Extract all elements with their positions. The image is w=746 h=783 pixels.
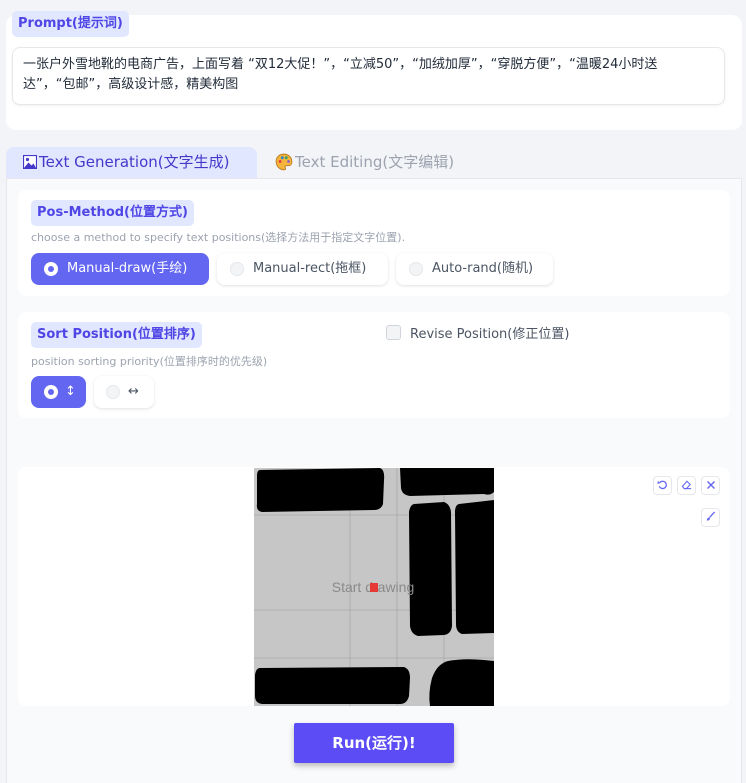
revise-position-checkbox[interactable] xyxy=(386,325,401,340)
radio-auto-rand[interactable]: Auto-rand(随机) xyxy=(396,253,553,285)
eraser-icon[interactable] xyxy=(677,476,696,495)
prompt-textarea[interactable]: 一张户外雪地靴的电商广告，上面写着 “双12大促！”，“立减50”，“加绒加厚”… xyxy=(12,47,725,105)
radio-sort-horizontal[interactable]: ↔ xyxy=(94,376,154,408)
image-icon xyxy=(23,155,37,169)
sort-position-label: Sort Position(位置排序) xyxy=(31,322,202,348)
radio-label: Auto-rand(随机) xyxy=(432,261,534,276)
radio-manual-rect[interactable]: Manual-rect(拖框) xyxy=(217,253,388,285)
brush-icon[interactable] xyxy=(701,508,720,527)
tab-text-generation-label: Text Generation(文字生成) xyxy=(39,153,230,171)
pos-method-hint: choose a method to specify text position… xyxy=(31,231,406,244)
radio-dot xyxy=(106,385,120,399)
close-icon[interactable] xyxy=(701,476,720,495)
undo-icon[interactable] xyxy=(653,476,672,495)
tab-text-editing[interactable]: Text Editing(文字编辑) xyxy=(275,147,454,179)
radio-label: ↕ xyxy=(65,384,76,399)
palette-icon xyxy=(275,153,293,171)
sketch-canvas[interactable]: Start drawing xyxy=(254,468,494,706)
prompt-text-line-2: 达”，“包邮”，高级设计感，精美构图 xyxy=(23,77,239,92)
tab-text-editing-label: Text Editing(文字编辑) xyxy=(295,153,455,171)
pos-method-label: Pos-Method(位置方式) xyxy=(31,200,194,226)
radio-label: Manual-draw(手绘) xyxy=(67,261,188,276)
radio-label: ↔ xyxy=(128,384,139,399)
radio-manual-draw[interactable]: Manual-draw(手绘) xyxy=(31,253,209,285)
sort-position-hint: position sorting priority(位置排序时的优先级) xyxy=(31,355,268,368)
run-button[interactable]: Run(运行)! xyxy=(294,723,454,763)
prompt-text-line-1: 一张户外雪地靴的电商广告，上面写着 “双12大促！”，“立减50”，“加绒加厚”… xyxy=(23,57,658,72)
revise-position-label: Revise Position(修正位置) xyxy=(410,327,570,342)
radio-label: Manual-rect(拖框) xyxy=(253,261,367,276)
radio-dot xyxy=(44,262,58,276)
tab-text-generation[interactable]: Text Generation(文字生成) xyxy=(6,147,257,179)
radio-sort-vertical[interactable]: ↕ xyxy=(31,376,86,408)
prompt-label: Prompt(提示词) xyxy=(12,11,129,37)
cursor-icon xyxy=(370,583,378,592)
radio-dot xyxy=(230,262,244,276)
radio-dot xyxy=(44,385,58,399)
radio-dot xyxy=(409,262,423,276)
